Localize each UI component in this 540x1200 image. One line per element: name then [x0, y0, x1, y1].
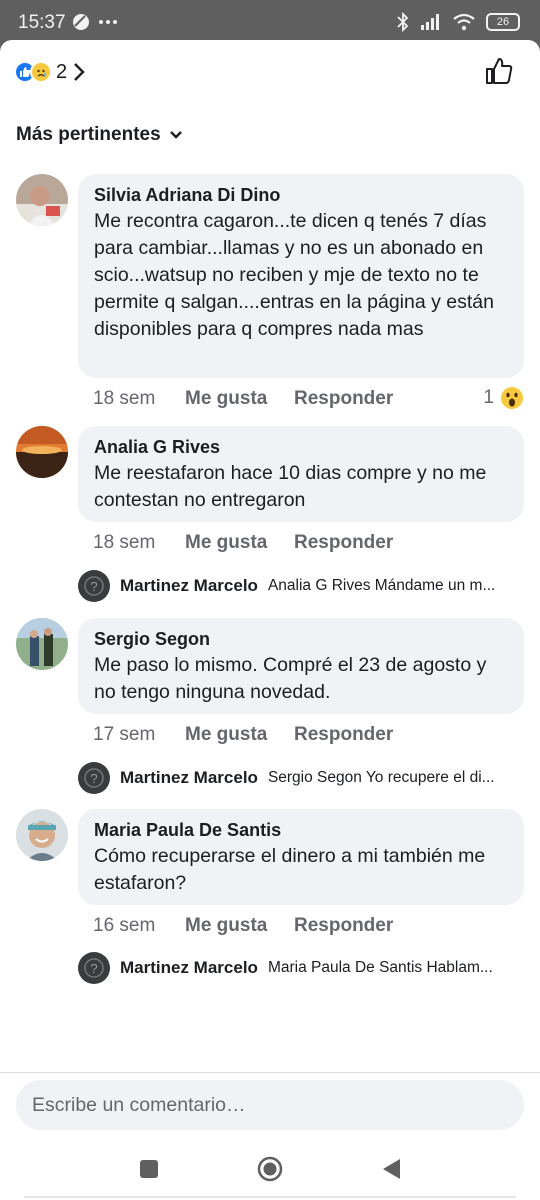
comment-author[interactable]: Analia G Rives [94, 436, 508, 458]
reply-link[interactable]: Responder [294, 724, 393, 746]
comment-bubble: Silvia Adriana Di Dino Me recontra cagar… [78, 174, 524, 378]
avatar[interactable]: ? [78, 952, 110, 984]
signal-icon [421, 14, 439, 30]
reply-author: Martinez Marcelo [120, 768, 258, 787]
comment-bubble: Sergio Segon Me paso lo mismo. Compré el… [78, 618, 524, 714]
like-link[interactable]: Me gusta [185, 388, 294, 410]
reply-preview[interactable]: ? Martinez Marcelo Analia G Rives Mándam… [78, 570, 518, 602]
status-time: 15:37 [18, 12, 66, 33]
sad-icon [30, 61, 52, 83]
comment-input-placeholder: Escribe un comentario… [32, 1093, 246, 1116]
like-link[interactable]: Me gusta [185, 915, 294, 937]
status-left-icons [72, 12, 118, 32]
comments-sheet: 2 Más pertinentes Silvia Adriana Di Dino… [0, 40, 540, 1136]
svg-text:?: ? [90, 961, 97, 976]
like-button[interactable] [484, 56, 514, 86]
reply-text: Maria Paula De Santis Hablam... [267, 959, 493, 976]
comment-actions: 16 sem Me gusta Responder [93, 915, 393, 937]
reply-author: Martinez Marcelo [120, 958, 258, 977]
svg-text:?: ? [90, 771, 97, 786]
battery-icon: 26 [486, 13, 520, 31]
like-link[interactable]: Me gusta [185, 724, 294, 746]
back-triangle-icon [383, 1159, 400, 1179]
bluetooth-icon [397, 12, 409, 32]
comment-time[interactable]: 16 sem [93, 915, 185, 937]
chevron-right-icon [74, 63, 85, 81]
comment-bubble: Analia G Rives Me reestafaron hace 10 di… [78, 426, 524, 522]
divider [0, 1072, 540, 1073]
sort-label: Más pertinentes [16, 124, 161, 145]
like-link[interactable]: Me gusta [185, 532, 294, 554]
avatar[interactable] [16, 174, 68, 226]
reply-link[interactable]: Responder [294, 915, 393, 937]
comment-author[interactable]: Maria Paula De Santis [94, 819, 508, 841]
reply-preview[interactable]: ? Martinez Marcelo Sergio Segon Yo recup… [78, 762, 518, 794]
comment-time[interactable]: 18 sem [93, 388, 185, 410]
system-nav-bar [0, 1136, 540, 1200]
reply-author: Martinez Marcelo [120, 576, 258, 595]
avatar[interactable]: ? [78, 762, 110, 794]
comment-author[interactable]: Sergio Segon [94, 628, 508, 650]
home-button[interactable] [257, 1156, 283, 1182]
recents-button[interactable] [136, 1156, 162, 1182]
comment-author[interactable]: Silvia Adriana Di Dino [94, 184, 508, 206]
square-icon [140, 1160, 158, 1178]
reply-text: Analia G Rives Mándame un m... [267, 577, 496, 594]
battery-level: 26 [496, 16, 510, 28]
comment-time[interactable]: 17 sem [93, 724, 185, 746]
reactions-summary[interactable]: 2 [14, 58, 85, 86]
chevron-down-icon [169, 131, 182, 139]
unknown-user-icon: ? [84, 768, 104, 788]
comment-text: Me paso lo mismo. Compré el 23 de agosto… [94, 654, 487, 703]
wow-icon [501, 387, 523, 409]
reply-preview[interactable]: ? Martinez Marcelo Maria Paula De Santis… [78, 952, 518, 984]
reply-link[interactable]: Responder [294, 532, 393, 554]
svg-text:?: ? [90, 579, 97, 594]
more-dots-icon [99, 20, 117, 24]
comment-time[interactable]: 18 sem [93, 532, 185, 554]
comment-reaction-count: 1 [483, 387, 494, 408]
comment-bubble: Maria Paula De Santis Cómo recuperarse e… [78, 809, 524, 905]
reply-text: Sergio Segon Yo recupere el di... [267, 769, 495, 786]
back-button[interactable] [378, 1156, 404, 1182]
status-bar: 15:37 26 [0, 0, 540, 40]
status-right-icons: 26 [396, 10, 520, 34]
comment-text: Cómo recuperarse el dinero a mi también … [94, 845, 486, 894]
comment-text: Me recontra cagaron...te dicen q tenés 7… [94, 210, 494, 340]
comment-reactions[interactable]: 1 [483, 386, 524, 410]
reaction-count: 2 [56, 60, 68, 83]
dnd-icon [73, 14, 89, 30]
home-circle-icon [257, 1156, 283, 1182]
comment-input[interactable]: Escribe un comentario… [16, 1080, 524, 1130]
unknown-user-icon: ? [84, 958, 104, 978]
comment-text: Me reestafaron hace 10 dias compre y no … [94, 462, 487, 511]
reply-link[interactable]: Responder [294, 388, 393, 410]
comment-actions: 17 sem Me gusta Responder [93, 724, 393, 746]
avatar[interactable]: ? [78, 570, 110, 602]
avatar[interactable] [16, 618, 68, 670]
avatar[interactable] [16, 426, 68, 478]
gesture-line [24, 1196, 516, 1198]
unknown-user-icon: ? [84, 576, 104, 596]
comment-actions: 18 sem Me gusta Responder [93, 532, 393, 554]
wifi-icon [453, 13, 475, 31]
sort-selector[interactable]: Más pertinentes [16, 124, 183, 146]
avatar[interactable] [16, 809, 68, 861]
comment-actions: 18 sem Me gusta Responder [93, 388, 393, 410]
